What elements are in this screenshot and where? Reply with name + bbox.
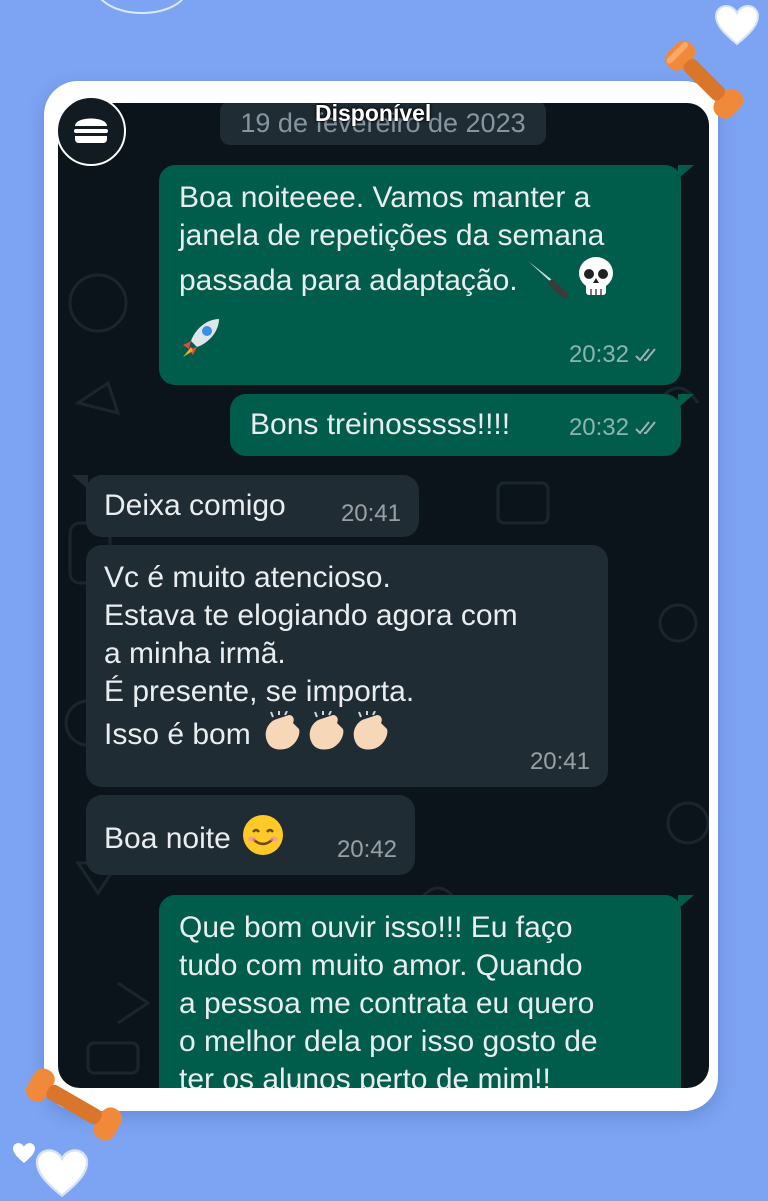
- read-ticks-icon: [635, 337, 661, 375]
- skull-icon: [576, 255, 616, 309]
- bubble-tail: [678, 895, 694, 909]
- message-timestamp: 20:42: [336, 836, 397, 863]
- message-incoming[interactable]: Vc é muito atencioso. Estava te elogiand…: [86, 545, 608, 787]
- smiling-face-icon: [241, 813, 285, 867]
- knife-icon: [524, 255, 568, 309]
- message-outgoing[interactable]: Que bom ouvir isso!!! Eu faço tudo com m…: [159, 895, 681, 1088]
- message-timestamp: 20:32: [569, 336, 661, 375]
- message-incoming[interactable]: Deixa comigo 20:41: [86, 475, 419, 537]
- message-text: Deixa comigo: [104, 489, 286, 522]
- message-outgoing[interactable]: Boa noiteeee. Vamos manter a janela de r…: [159, 165, 681, 385]
- read-ticks-icon: [635, 410, 661, 448]
- message-text: Boa noite: [104, 821, 231, 855]
- message-text: Que bom ouvir isso!!! Eu faço tudo com m…: [179, 911, 598, 1088]
- clapping-hands-icon: [347, 710, 391, 761]
- heart-icon: [13, 1143, 35, 1163]
- burger-menu-icon: [71, 112, 111, 151]
- heart-icon: [714, 4, 760, 46]
- clapping-hands-icon: [303, 710, 347, 761]
- rocket-icon: [179, 313, 225, 369]
- bubble-tail: [678, 394, 694, 408]
- message-incoming[interactable]: Boa noite 20:42: [86, 795, 415, 875]
- bubble-tail: [72, 475, 88, 489]
- message-timestamp: 20:32: [569, 409, 661, 448]
- message-text: Bons treinosssss!!!!: [250, 408, 511, 441]
- chat-conversation[interactable]: 19 de fevereiro de 2023 Disponível Boa n…: [58, 103, 709, 1088]
- bubble-tail: [678, 165, 694, 179]
- message-timestamp: 20:41: [529, 748, 590, 775]
- message-timestamp: 20:41: [340, 500, 401, 527]
- heart-icon: [35, 1149, 89, 1198]
- contact-status: Disponível: [315, 103, 432, 126]
- message-outgoing[interactable]: Bons treinosssss!!!! 20:32: [230, 394, 681, 456]
- menu-button[interactable]: [56, 96, 126, 166]
- clapping-hands-icon: [259, 710, 303, 761]
- top-circle-decoration: [95, 0, 189, 14]
